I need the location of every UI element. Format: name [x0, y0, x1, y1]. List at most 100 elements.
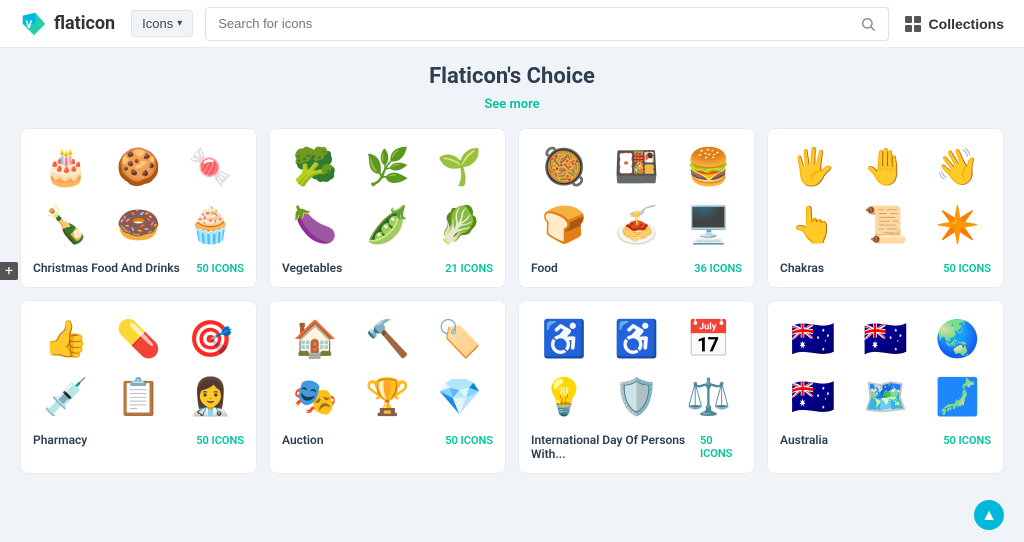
search-bar	[205, 7, 888, 41]
card-icon-5: 🖥️	[676, 199, 742, 251]
card-count: 50 ICONS	[196, 434, 244, 447]
card-icon-0: 🎂	[33, 141, 99, 193]
card-name: Chakras	[780, 261, 824, 275]
card-icon-5: ⚖️	[676, 371, 742, 423]
add-sidebar-icon[interactable]: +	[0, 262, 18, 280]
svg-text:V: V	[26, 20, 33, 31]
icons-nav-button[interactable]: Icons ▾	[131, 10, 193, 37]
card-name: International Day Of Persons With...	[531, 433, 700, 461]
card-icon-1: 🍪	[105, 141, 171, 193]
card-icon-4: 🍩	[105, 199, 171, 251]
card-name: Vegetables	[282, 261, 342, 275]
card-icon-2: 🌏	[925, 313, 991, 365]
card-icon-0: 🥦	[282, 141, 348, 193]
see-more-container: See more	[20, 93, 1004, 112]
card-icon-1: 🔨	[354, 313, 420, 365]
header: V flaticon Icons ▾ Collections	[0, 0, 1024, 48]
card-icon-5: 🧁	[178, 199, 244, 251]
card-icon-4: 🗺️	[852, 371, 918, 423]
card-footer: Vegetables 21 ICONS	[282, 261, 493, 275]
card-item[interactable]: 🥘🍱🍔 🍞🍝🖥️ Food 36 ICONS	[518, 128, 755, 288]
card-item[interactable]: 👍💊🎯 💉📋👩‍⚕️ Pharmacy 50 ICONS	[20, 300, 257, 474]
card-icon-2: 🍔	[676, 141, 742, 193]
card-count: 50 ICONS	[445, 434, 493, 447]
card-icon-1: 🍱	[603, 141, 669, 193]
card-icon-3: 💡	[531, 371, 597, 423]
card-icons: 👍💊🎯 💉📋👩‍⚕️	[33, 313, 244, 423]
card-icon-3: 💉	[33, 371, 99, 423]
card-count: 50 ICONS	[943, 434, 991, 447]
card-icon-4: 🛡️	[603, 371, 669, 423]
card-icon-1: 💊	[105, 313, 171, 365]
search-input[interactable]	[218, 16, 851, 31]
card-icon-2: 📅	[676, 313, 742, 365]
card-icon-3: 🎭	[282, 371, 348, 423]
card-footer: Australia50 ICONS	[780, 433, 991, 447]
card-footer: Pharmacy 50 ICONS	[33, 433, 244, 447]
section-title: Flaticon's Choice	[20, 64, 1004, 89]
collections-button[interactable]: Collections	[905, 16, 1004, 32]
card-icon-3: 🍾	[33, 199, 99, 251]
card-name: Food	[531, 261, 558, 275]
card-icon-1: 🌿	[354, 141, 420, 193]
card-icon-4: 📜	[852, 199, 918, 251]
card-icon-0: 🖐	[780, 141, 846, 193]
card-icons: 🥘🍱🍔 🍞🍝🖥️	[531, 141, 742, 251]
card-count: 36 ICONS	[694, 262, 742, 275]
card-icons: 🎂🍪🍬🍾🍩🧁	[33, 141, 244, 251]
card-item[interactable]: 🎂🍪🍬🍾🍩🧁 Christmas Food And Drinks 50 ICONS	[20, 128, 257, 288]
card-icon-0: 🥘	[531, 141, 597, 193]
card-icon-4: 🏆	[354, 371, 420, 423]
card-icon-0: 👍	[33, 313, 99, 365]
card-icon-5: 💎	[427, 371, 493, 423]
card-icon-1: ♿	[603, 313, 669, 365]
card-icon-2: 🌱	[427, 141, 493, 193]
card-icon-5: 🥬	[427, 199, 493, 251]
card-item[interactable]: 🏠🔨🏷️🎭🏆💎Auction50 ICONS	[269, 300, 506, 474]
card-icon-1: 🤚	[852, 141, 918, 193]
card-icon-4: 🍝	[603, 199, 669, 251]
card-icon-5: 👩‍⚕️	[178, 371, 244, 423]
card-name: Pharmacy	[33, 433, 87, 447]
card-count: 50 ICONS	[943, 262, 991, 275]
card-icons: 🇦🇺🇦🇺🌏🇦🇺🗺️🗾	[780, 313, 991, 423]
card-icons: 🥦🌿🌱🍆🫛🥬	[282, 141, 493, 251]
search-button[interactable]	[860, 16, 876, 32]
scroll-to-top-button[interactable]: ▲	[974, 500, 1004, 530]
logo[interactable]: V flaticon	[20, 10, 115, 38]
card-icon-2: 👋	[925, 141, 991, 193]
card-icon-1: 🇦🇺	[852, 313, 918, 365]
logo-icon: V	[20, 10, 48, 38]
card-footer: Chakras 50 ICONS	[780, 261, 991, 275]
card-footer: Auction 50 ICONS	[282, 433, 493, 447]
collections-label: Collections	[929, 16, 1004, 32]
card-name: Auction	[282, 433, 324, 447]
card-icon-2: 🎯	[178, 313, 244, 365]
card-count: 50 ICONS	[196, 262, 244, 275]
card-item[interactable]: 🇦🇺🇦🇺🌏🇦🇺🗺️🗾Australia50 ICONS	[767, 300, 1004, 474]
card-footer: Christmas Food And Drinks 50 ICONS	[33, 261, 244, 275]
card-icons: 🖐🤚👋 👆📜✴️	[780, 141, 991, 251]
card-item[interactable]: 🖐🤚👋 👆📜✴️ Chakras 50 ICONS	[767, 128, 1004, 288]
collections-grid-icon	[905, 16, 921, 32]
card-icon-3: 👆	[780, 199, 846, 251]
card-item[interactable]: ♿♿📅💡🛡️⚖️International Day Of Persons Wit…	[518, 300, 755, 474]
card-icon-2: 🏷️	[427, 313, 493, 365]
card-icon-4: 🫛	[354, 199, 420, 251]
chevron-down-icon: ▾	[177, 18, 182, 29]
card-icon-0: ♿	[531, 313, 597, 365]
card-icon-3: 🍞	[531, 199, 597, 251]
card-icons: ♿♿📅💡🛡️⚖️	[531, 313, 742, 423]
card-icon-5: 🗾	[925, 371, 991, 423]
see-more-link[interactable]: See more	[484, 97, 539, 112]
card-count: 21 ICONS	[445, 262, 493, 275]
card-name: Christmas Food And Drinks	[33, 261, 180, 275]
card-icon-4: 📋	[105, 371, 171, 423]
icons-nav-label: Icons	[142, 16, 173, 31]
card-count: 50 ICONS	[700, 434, 742, 460]
card-item[interactable]: 🥦🌿🌱🍆🫛🥬 Vegetables 21 ICONS	[269, 128, 506, 288]
chevron-up-icon: ▲	[981, 505, 997, 525]
card-footer: Food 36 ICONS	[531, 261, 742, 275]
card-footer: International Day Of Persons With...50 I…	[531, 433, 742, 461]
card-icon-5: ✴️	[925, 199, 991, 251]
